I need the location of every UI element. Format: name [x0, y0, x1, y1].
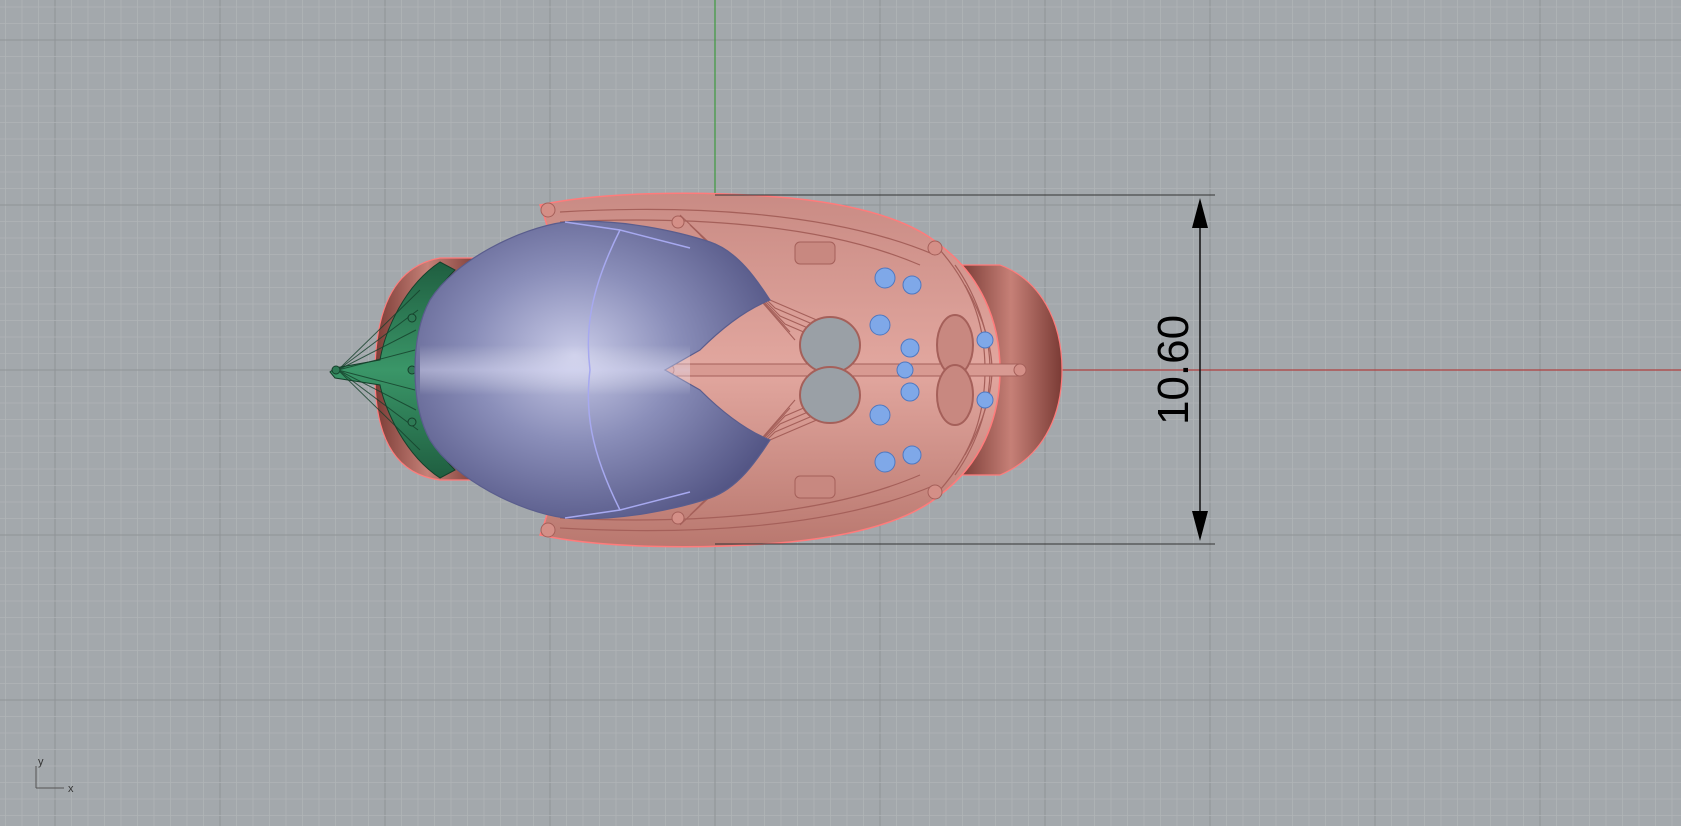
rhino-top-viewport[interactable]: 10.60 y x: [0, 0, 1681, 826]
dimension-value: 10.60: [1149, 315, 1198, 425]
dimension-arrow-top: [1192, 198, 1208, 228]
axis-widget-x-label: x: [68, 783, 74, 795]
ring-model[interactable]: [329, 192, 1063, 548]
dimension-arrow-bottom: [1192, 511, 1208, 541]
viewport-canvas[interactable]: 10.60 y x: [0, 0, 1681, 826]
axis-widget-y-label: y: [38, 756, 44, 768]
